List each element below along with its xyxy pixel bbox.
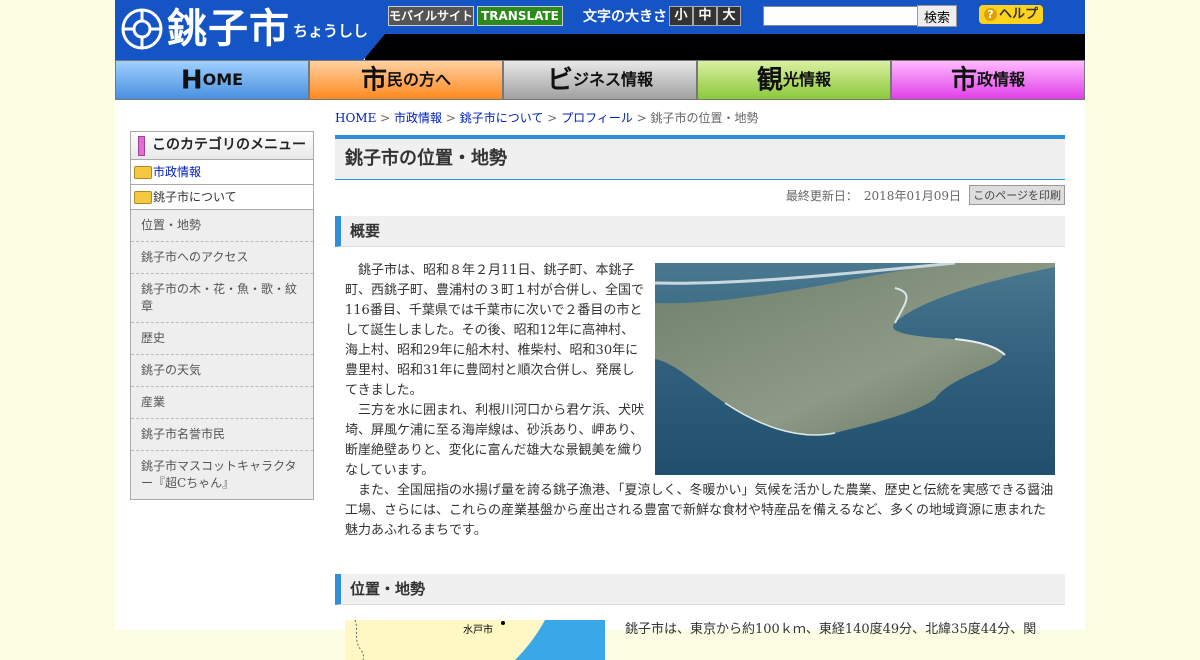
question-mark-icon: ? — [983, 8, 997, 21]
breadcrumb-current: 銚子市の位置・地勢 — [650, 111, 759, 125]
logo-kana: ちょうしし — [293, 22, 369, 40]
meta-row: 最終更新日： 2018年01月09日 このページを印刷 — [335, 180, 1065, 208]
nav-citizens-label: 民の方へ — [387, 70, 452, 89]
breadcrumb-separator: > — [376, 111, 395, 125]
location-paragraph: 銚子市は、東京から約100ｋｍ、東経140度49分、北緯35度44分、関 — [625, 622, 1037, 637]
breadcrumb-separator: > — [543, 111, 562, 125]
breadcrumb-profile-link[interactable]: プロフィール — [561, 111, 633, 125]
main-content: HOME > 市政情報 > 銚子市について > プロフィール > 銚子市の位置・… — [335, 108, 1065, 660]
nav-business-initial: ビ — [546, 65, 573, 96]
nav-home-initial: H — [180, 65, 203, 96]
category-sidebar: このカテゴリのメニュー 市政情報 銚子市について 位置・地勢 銚子市へのアクセス… — [130, 131, 314, 500]
location-map-image: 水戸市 — [345, 620, 605, 660]
global-nav: HOME 市民の方へ ビジネス情報 観光情報 市政情報 — [115, 60, 1085, 100]
nav-tourism[interactable]: 観光情報 — [697, 60, 891, 100]
nav-city-label: 政情報 — [977, 70, 1026, 89]
nav-business-label: ジネス情報 — [573, 70, 654, 89]
sidebar-folder-about[interactable]: 銚子市について — [130, 185, 314, 210]
nav-business[interactable]: ビジネス情報 — [503, 60, 697, 100]
nav-tourism-initial: 観 — [756, 65, 783, 96]
nav-citizens-initial: 市 — [360, 65, 387, 96]
help-label: ヘルプ — [998, 7, 1038, 22]
print-button[interactable]: このページを印刷 — [969, 185, 1065, 205]
sidebar-folder-city-government[interactable]: 市政情報 — [130, 160, 314, 185]
search-input[interactable] — [763, 6, 919, 26]
header-black-band — [365, 34, 1085, 60]
overview-paragraph: 銚子市は、昭和８年２月11日、銚子町、本銚子町、西銚子町、豊浦村の３町１村が合併… — [345, 263, 645, 398]
overview-paragraph: また、全国屈指の水揚げ量を誇る銚子漁港、「夏涼しく、冬暖かい」気候を活かした農業… — [345, 483, 1054, 538]
sidebar-item-location[interactable]: 位置・地勢 — [131, 210, 313, 242]
logo-text: 銚子市 — [167, 6, 290, 52]
font-size-medium-button[interactable]: 中 — [693, 6, 717, 26]
page: 銚子市 ちょうしし モバイルサイト TRANSLATE 文字の大きさ 小 中 大… — [115, 0, 1085, 660]
overview-body: 銚子市は、昭和８年２月11日、銚子町、本銚子町、西銚子町、豊浦村の３町１村が合併… — [335, 261, 1065, 561]
sidebar-item-access[interactable]: 銚子市へのアクセス — [131, 242, 313, 274]
font-size-small-button[interactable]: 小 — [669, 6, 693, 26]
sidebar-item-symbols[interactable]: 銚子市の木・花・魚・歌・紋章 — [131, 274, 313, 323]
mobile-site-button[interactable]: モバイルサイト — [388, 6, 474, 26]
nav-home[interactable]: HOME — [115, 60, 309, 100]
sidebar-list: 位置・地勢 銚子市へのアクセス 銚子市の木・花・魚・歌・紋章 歴史 銚子の天気 … — [130, 210, 314, 500]
open-folder-icon — [134, 191, 152, 204]
font-size-large-button[interactable]: 大 — [717, 6, 741, 26]
font-size-label: 文字の大きさ — [583, 9, 667, 25]
sidebar-title-marker — [138, 136, 145, 156]
aerial-photo-image — [655, 263, 1055, 475]
sidebar-item-history[interactable]: 歴史 — [131, 323, 313, 355]
help-button[interactable]: ? ヘルプ — [979, 5, 1043, 24]
sidebar-item-weather[interactable]: 銚子の天気 — [131, 355, 313, 387]
site-header: 銚子市 ちょうしし モバイルサイト TRANSLATE 文字の大きさ 小 中 大… — [115, 0, 1085, 60]
sidebar-item-mascot[interactable]: 銚子市マスコットキャラクター『超Cちゃん』 — [131, 451, 313, 499]
breadcrumb-separator: > — [442, 111, 460, 125]
nav-city-initial: 市 — [950, 65, 977, 96]
city-emblem-icon — [121, 8, 163, 50]
sidebar-item-honorary-citizens[interactable]: 銚子市名誉市民 — [131, 419, 313, 451]
nav-home-label: OME — [202, 70, 244, 89]
location-body: 水戸市 銚子市は、東京から約100ｋｍ、東経140度49分、北緯35度44分、関 — [335, 620, 1065, 660]
sidebar-folder-label: 市政情報 — [153, 165, 202, 179]
overview-paragraph: 三方を水に囲まれ、利根川河口から君ケ浜、犬吠埼、屏風ケ浦に至る海岸線は、砂浜あり… — [345, 403, 645, 478]
search-button[interactable]: 検索 — [917, 5, 957, 27]
translate-button[interactable]: TRANSLATE — [477, 6, 563, 26]
page-title-box: 銚子市の位置・地勢 — [335, 135, 1065, 180]
breadcrumb: HOME > 市政情報 > 銚子市について > プロフィール > 銚子市の位置・… — [335, 108, 1065, 128]
page-title: 銚子市の位置・地勢 — [345, 148, 507, 169]
nav-tourism-label: 光情報 — [783, 70, 832, 89]
sidebar-folder-label: 銚子市について — [153, 190, 237, 204]
sidebar-item-industry[interactable]: 産業 — [131, 387, 313, 419]
sidebar-title: このカテゴリのメニュー — [130, 131, 314, 160]
nav-city-government[interactable]: 市政情報 — [891, 60, 1085, 100]
nav-citizens[interactable]: 市民の方へ — [309, 60, 503, 100]
folder-icon — [134, 166, 152, 179]
breadcrumb-separator: > — [632, 111, 651, 125]
breadcrumb-home-link[interactable]: HOME — [335, 111, 376, 125]
section-heading-overview: 概要 — [335, 216, 1065, 247]
breadcrumb-about-link[interactable]: 銚子市について — [460, 111, 544, 125]
sidebar-title-text: このカテゴリのメニュー — [152, 137, 306, 153]
last-updated: 最終更新日： 2018年01月09日 — [785, 189, 961, 203]
breadcrumb-city-link[interactable]: 市政情報 — [394, 111, 442, 125]
section-heading-location: 位置・地勢 — [335, 574, 1065, 605]
